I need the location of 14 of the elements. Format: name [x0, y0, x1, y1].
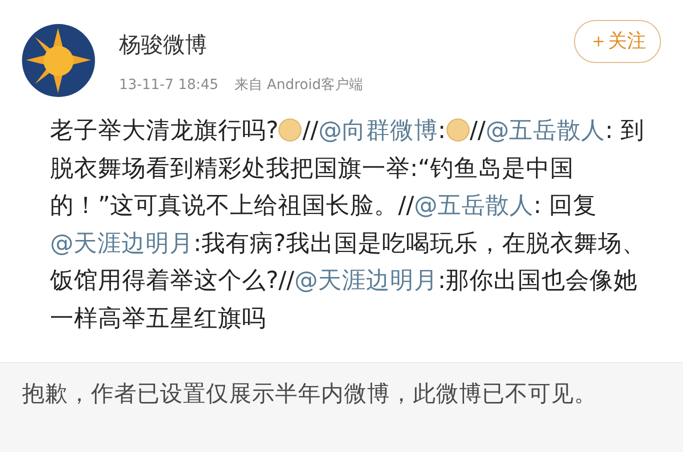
follow-button[interactable]: ＋关注 — [574, 20, 661, 63]
mention-link[interactable]: @天涯边明月 — [294, 266, 438, 294]
post-time: 13-11-7 18:45 — [119, 76, 218, 96]
emoji-icon — [278, 118, 302, 142]
mention-link[interactable]: @向群微博 — [318, 116, 438, 144]
post-source: 来自 Android客户端 — [234, 76, 364, 96]
mention-link[interactable]: @天涯边明月 — [50, 228, 194, 256]
post-text: 老子举大清龙旗行吗? //@向群微博: //@五岳散人: 到脱衣舞场看到精彩处我把国旗一举:“钓鱼岛是中国的！”这可真说不上给祖国长脸。//@五岳散人: 回复 @天涯边明月:我有病?我出国是吃喝玩乐，在脱衣舞场、饭馆用得着举这个么?//@天涯边明月:那你出国也会像她一样高举五星红旗吗 — [50, 115, 647, 334]
user-name[interactable]: 杨骏微博 — [119, 33, 574, 60]
avatar[interactable] — [22, 24, 95, 97]
mention-link[interactable]: @五岳散人 — [486, 116, 606, 144]
emoji-icon — [446, 118, 470, 142]
notice-text: 抱歉，作者已设置仅展示半年内微博，此微博已不可见。 — [22, 380, 598, 409]
mention-link[interactable]: @五岳散人 — [414, 191, 534, 219]
